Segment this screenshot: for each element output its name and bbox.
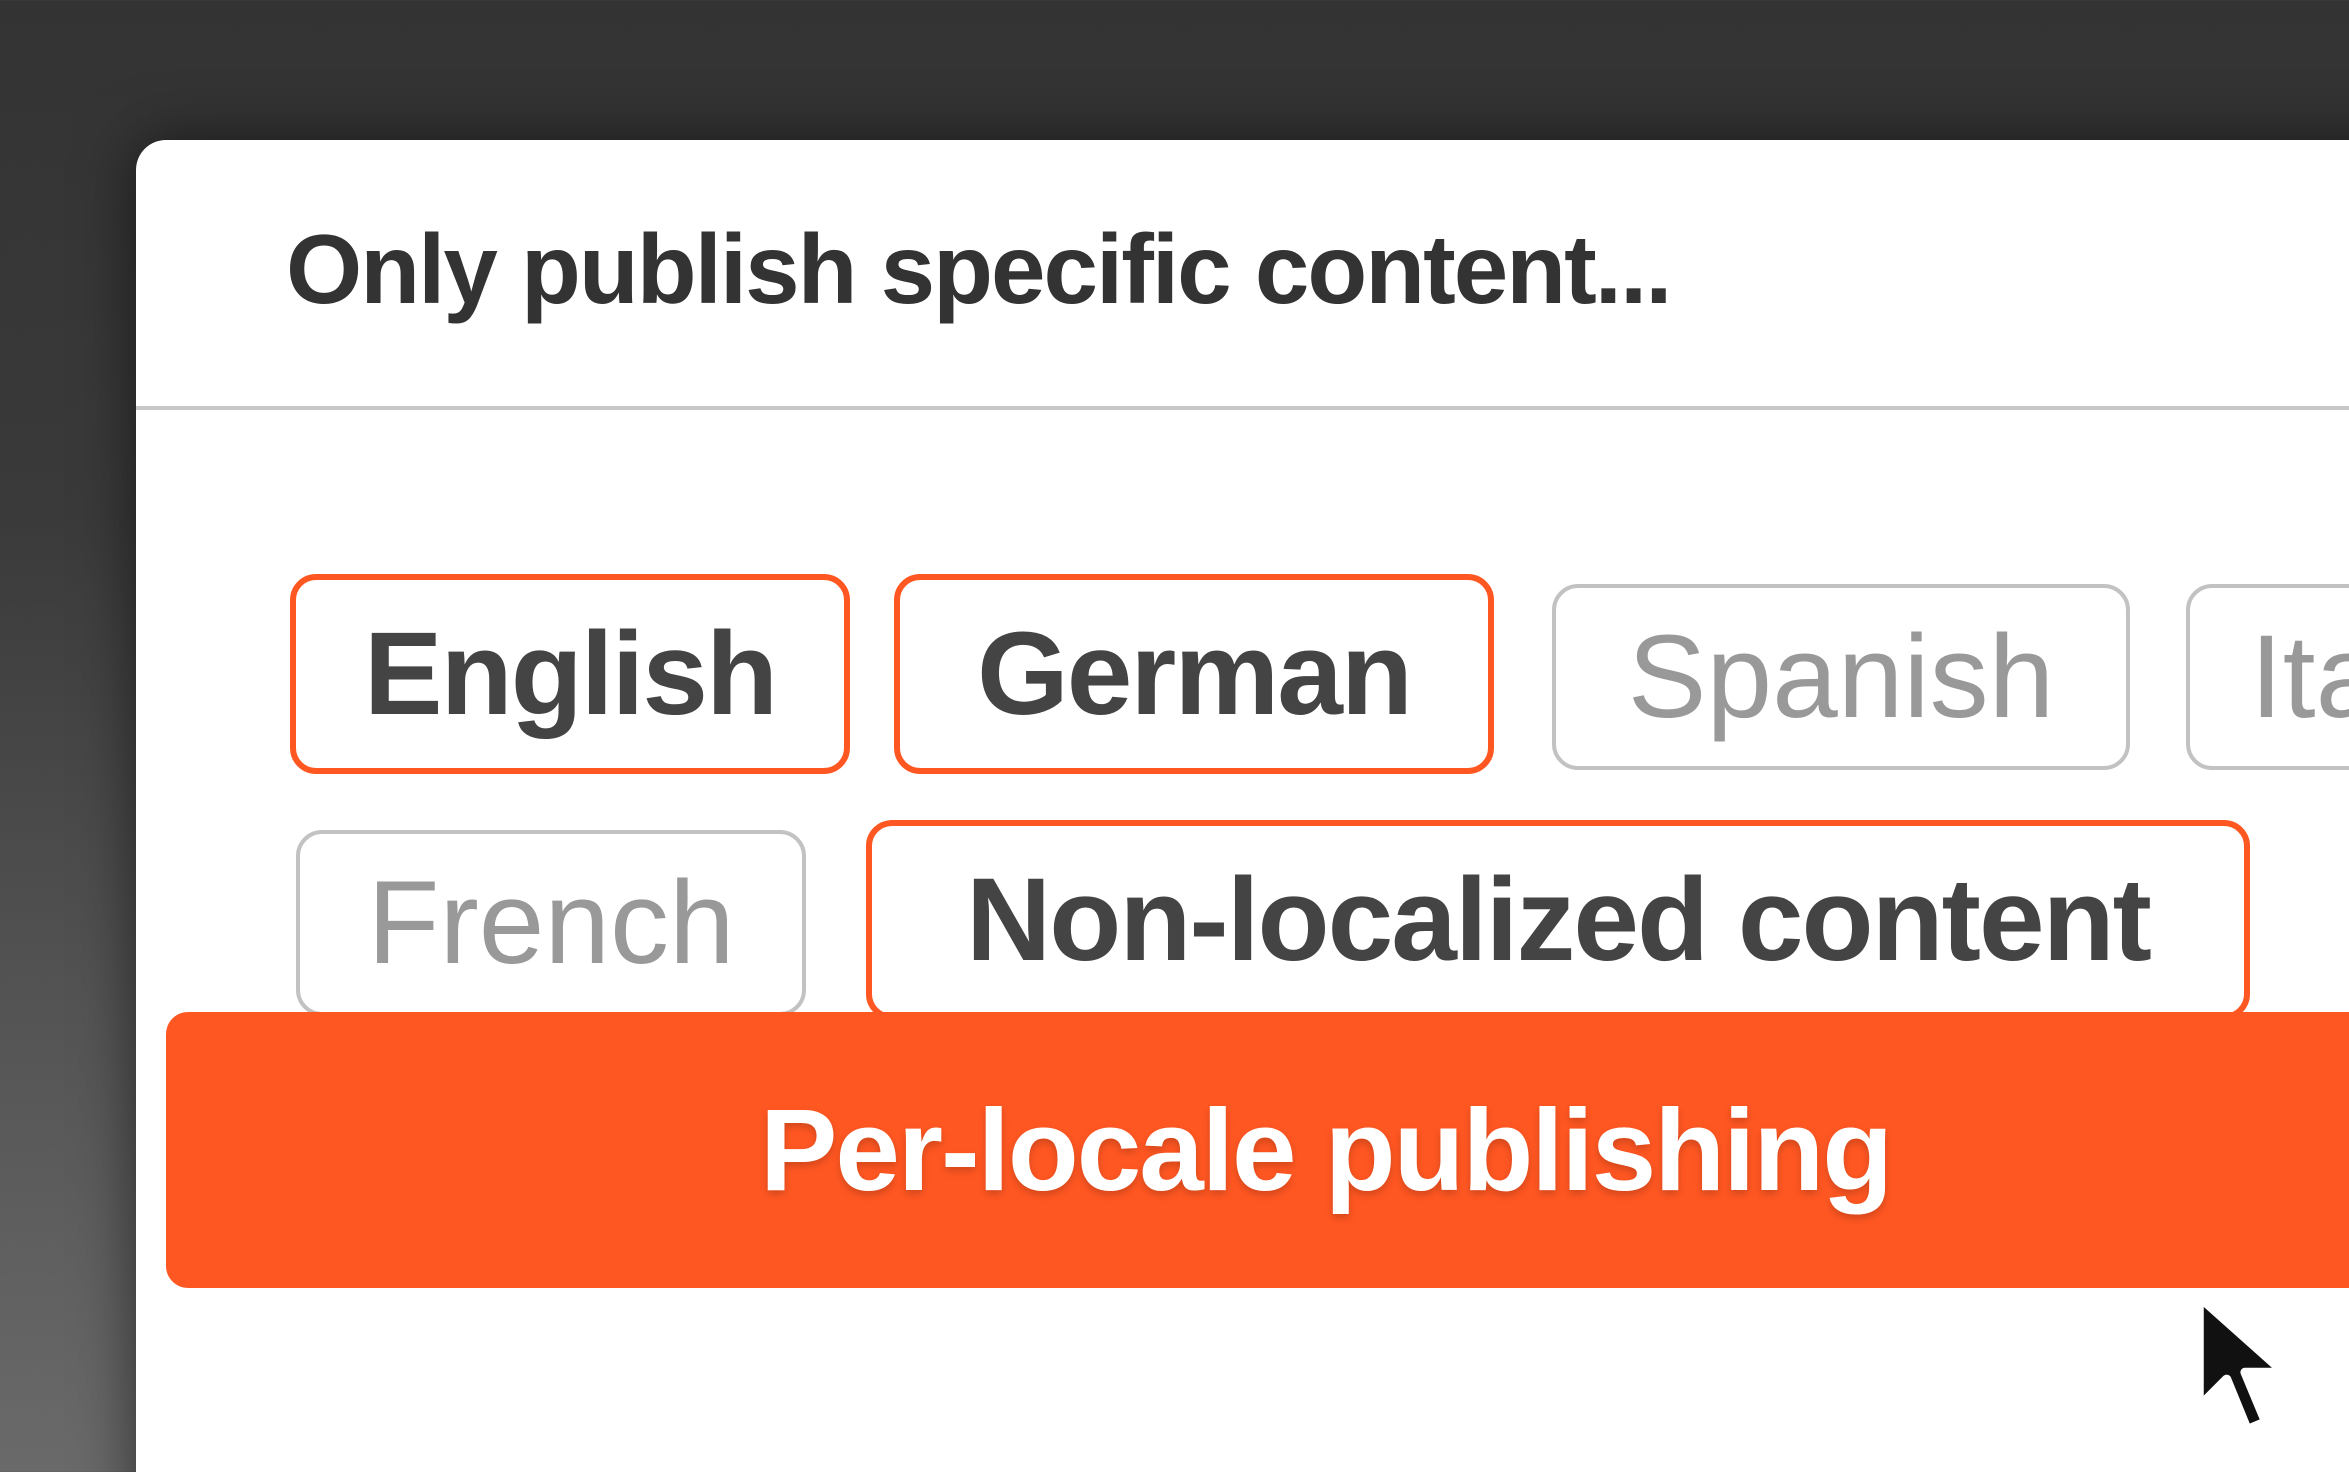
per-locale-publishing-button[interactable]: Per-locale publishing (166, 1012, 2349, 1288)
mouse-pointer-icon (2194, 1292, 2289, 1435)
locale-chip-english[interactable]: English (290, 574, 850, 774)
locale-chip-italian[interactable]: Ita (2186, 584, 2349, 770)
dialog-title: Only publish specific content... (286, 214, 1672, 324)
locale-chip-non-localized[interactable]: Non-localized content (866, 820, 2250, 1020)
locale-chip-french[interactable]: French (296, 830, 806, 1016)
divider (136, 406, 2349, 410)
locale-chip-spanish[interactable]: Spanish (1552, 584, 2130, 770)
locale-chip-german[interactable]: German (894, 574, 1494, 774)
per-locale-publishing-label: Per-locale publishing (760, 1085, 1893, 1215)
